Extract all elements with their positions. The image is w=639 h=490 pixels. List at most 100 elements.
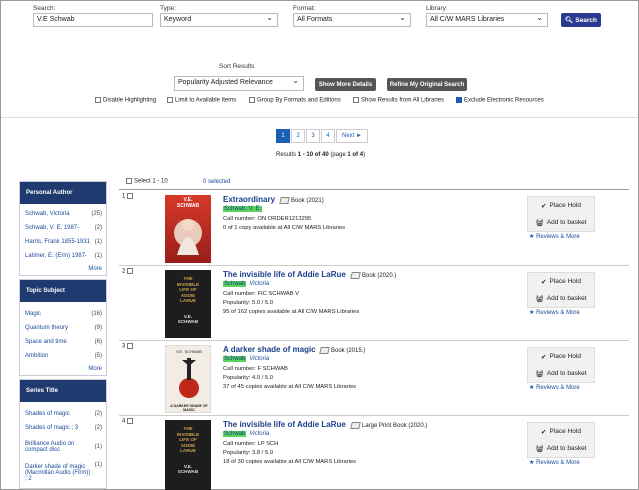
- divider: [119, 415, 629, 416]
- popularity: Popularity: 5.0 / 5.0: [223, 300, 273, 306]
- checkbox[interactable]: [126, 178, 132, 184]
- author-link[interactable]: Schwab Victoria: [223, 356, 269, 362]
- availability: 18 of 30 copies available at All C/W MAR…: [223, 459, 357, 465]
- facet-item[interactable]: Ambition (5): [20, 349, 106, 363]
- option-exclude-electronic[interactable]: Exclude Electronic Resources: [456, 97, 544, 104]
- cover-text: THE INVISIBLE LIFE OF ADDIE LARUE V.E. SCHWAB: [176, 426, 200, 474]
- call-number: Call number: F SCHWAB: [223, 366, 288, 372]
- facet-item[interactable]: Space and time (6): [20, 335, 106, 349]
- format-select[interactable]: All Formats: [293, 13, 411, 27]
- results-summary: Results 1 - 10 of 40 (page 1 of 4): [276, 152, 366, 158]
- book-format-icon: [279, 197, 290, 204]
- book-cover[interactable]: V.E. SCHWAB: [165, 195, 211, 263]
- facet-item[interactable]: Brilliance Audio on compact disc (1): [20, 435, 106, 459]
- facet-more-link[interactable]: More: [88, 366, 102, 372]
- facet-item[interactable]: Quantum theory (9): [20, 321, 106, 335]
- basket-icon: 🧺︎: [535, 370, 544, 378]
- search-input[interactable]: V.E Schwab: [33, 13, 153, 27]
- next-page[interactable]: Next ►: [336, 129, 368, 143]
- availability: 37 of 45 copies available at All C/W MAR…: [223, 384, 357, 390]
- actions-box: ✔ Place Hold 🧺︎ Add to basket: [527, 347, 595, 383]
- divider: [1, 117, 638, 118]
- star-icon: ★: [529, 310, 535, 316]
- sort-select[interactable]: Popularity Adjusted Relevance: [174, 76, 304, 91]
- type-select[interactable]: Keyword: [160, 13, 278, 27]
- option-group-formats[interactable]: Group By Formats and Editions: [249, 97, 341, 104]
- checkbox-checked[interactable]: [456, 97, 462, 103]
- checkbox[interactable]: [127, 268, 134, 274]
- option-all-libraries[interactable]: Show Results from All Libraries: [353, 97, 444, 104]
- add-to-basket-button[interactable]: 🧺︎ Add to basket: [528, 290, 594, 307]
- place-hold-button[interactable]: ✔ Place Hold: [528, 423, 594, 440]
- type-label: Type:: [160, 5, 176, 12]
- basket-icon: 🧺︎: [535, 219, 544, 227]
- result-title-link[interactable]: A darker shade of magic: [223, 345, 316, 354]
- checkbox[interactable]: [127, 193, 134, 199]
- show-more-details-button[interactable]: Show More Details: [315, 78, 376, 91]
- result-item: 1 V.E. SCHWAB Extraordinary Book (2021) S…: [119, 193, 621, 265]
- add-to-basket-button[interactable]: 🧺︎ Add to basket: [528, 365, 594, 382]
- facet-item[interactable]: Magic (16): [20, 307, 106, 321]
- call-number: Call number: ON ORDER1213295: [223, 216, 312, 222]
- checkbox[interactable]: [127, 343, 134, 349]
- place-hold-button[interactable]: ✔ Place Hold: [528, 348, 594, 365]
- option-disable-highlighting[interactable]: Disable Highlighting: [95, 97, 156, 104]
- facet-more-link[interactable]: More: [88, 266, 102, 272]
- page-4[interactable]: 4: [321, 129, 335, 143]
- result-number: 4: [122, 418, 135, 425]
- facet-item[interactable]: Harris, Frank 1855-1931 (1): [20, 235, 106, 249]
- book-cover[interactable]: THE INVISIBLE LIFE OF ADDIE LARUE V.E. SCHWAB: [165, 420, 211, 490]
- add-to-basket-button[interactable]: 🧺︎ Add to basket: [528, 440, 594, 457]
- search-button[interactable]: 🔍︎ Search: [561, 13, 601, 27]
- star-icon: ★: [529, 460, 535, 466]
- author-link[interactable]: Schwab, V. E.: [223, 206, 263, 212]
- search-label: Search:: [33, 5, 56, 12]
- checkbox[interactable]: [353, 97, 359, 103]
- author-link[interactable]: Schwab Victoria: [223, 281, 269, 287]
- popularity: Popularity: 3.8 / 5.0: [223, 450, 273, 456]
- book-cover[interactable]: V.E. SCHWAB A DARKER SHADE OF MAGIC: [165, 345, 211, 413]
- facet-item[interactable]: Latimer, E. (Erin) 1987- (1): [20, 249, 106, 263]
- result-title-link[interactable]: The invisible life of Addie LaRue: [223, 420, 346, 429]
- option-limit-available[interactable]: Limit to Available Items: [167, 97, 236, 104]
- library-select[interactable]: All C/W MARS Libraries: [426, 13, 548, 27]
- actions-box: ✔ Place Hold 🧺︎ Add to basket: [527, 272, 595, 308]
- result-number: 3: [122, 343, 135, 350]
- facet-item[interactable]: Schwab, Victoria (25): [20, 207, 106, 221]
- call-number: Call number: FIC SCHWAB V: [223, 291, 300, 297]
- result-title-link[interactable]: Extraordinary: [223, 195, 275, 204]
- facet-title: Series Title: [20, 380, 106, 402]
- checkbox[interactable]: [95, 97, 101, 103]
- facet-item[interactable]: Shades of magic ; 3 (2): [20, 421, 106, 435]
- book-cover[interactable]: THE INVISIBLE LIFE OF ADDIE LARUE V.E. SCHWAB: [165, 270, 211, 338]
- search-icon: 🔍︎: [565, 17, 574, 24]
- facet-item[interactable]: Darker shade of magic (Macmillan Audio (F…: [20, 459, 106, 487]
- selected-count: 0 selected: [203, 179, 231, 185]
- place-hold-button[interactable]: ✔ Place Hold: [528, 273, 594, 290]
- reviews-link[interactable]: ★ Reviews & More: [529, 459, 580, 466]
- result-number: 1: [122, 193, 135, 200]
- large-print-icon: [350, 422, 361, 429]
- author-link[interactable]: Schwab Victoria: [223, 431, 269, 437]
- facet-item[interactable]: Shades of magic (2): [20, 407, 106, 421]
- reviews-link[interactable]: ★ Reviews & More: [529, 309, 580, 316]
- checkbox[interactable]: [249, 97, 255, 103]
- reviews-link[interactable]: ★ Reviews & More: [529, 384, 580, 391]
- facet-personal-author: Personal Author Schwab, Victoria (25) Sch…: [19, 181, 107, 276]
- page-1[interactable]: 1: [276, 129, 290, 143]
- select-all[interactable]: Select 1 - 10: [126, 178, 168, 185]
- refine-search-button[interactable]: Refine My Original Search: [387, 78, 467, 91]
- reviews-link[interactable]: ★ Reviews & More: [529, 233, 580, 240]
- add-to-basket-button[interactable]: 🧺︎ Add to basket: [528, 214, 594, 231]
- page-3[interactable]: 3: [306, 129, 320, 143]
- format-label: Book (2020.): [350, 272, 396, 279]
- facet-item[interactable]: Schwab, V. E. 1987- (2): [20, 221, 106, 235]
- page-2[interactable]: 2: [291, 129, 305, 143]
- divider: [119, 189, 629, 190]
- result-number: 2: [122, 268, 135, 275]
- book-format-icon: [350, 272, 361, 279]
- place-hold-button[interactable]: ✔ Place Hold: [528, 197, 594, 214]
- result-title-link[interactable]: The invisible life of Addie LaRue: [223, 270, 346, 279]
- checkbox[interactable]: [167, 97, 173, 103]
- checkbox[interactable]: [127, 418, 134, 424]
